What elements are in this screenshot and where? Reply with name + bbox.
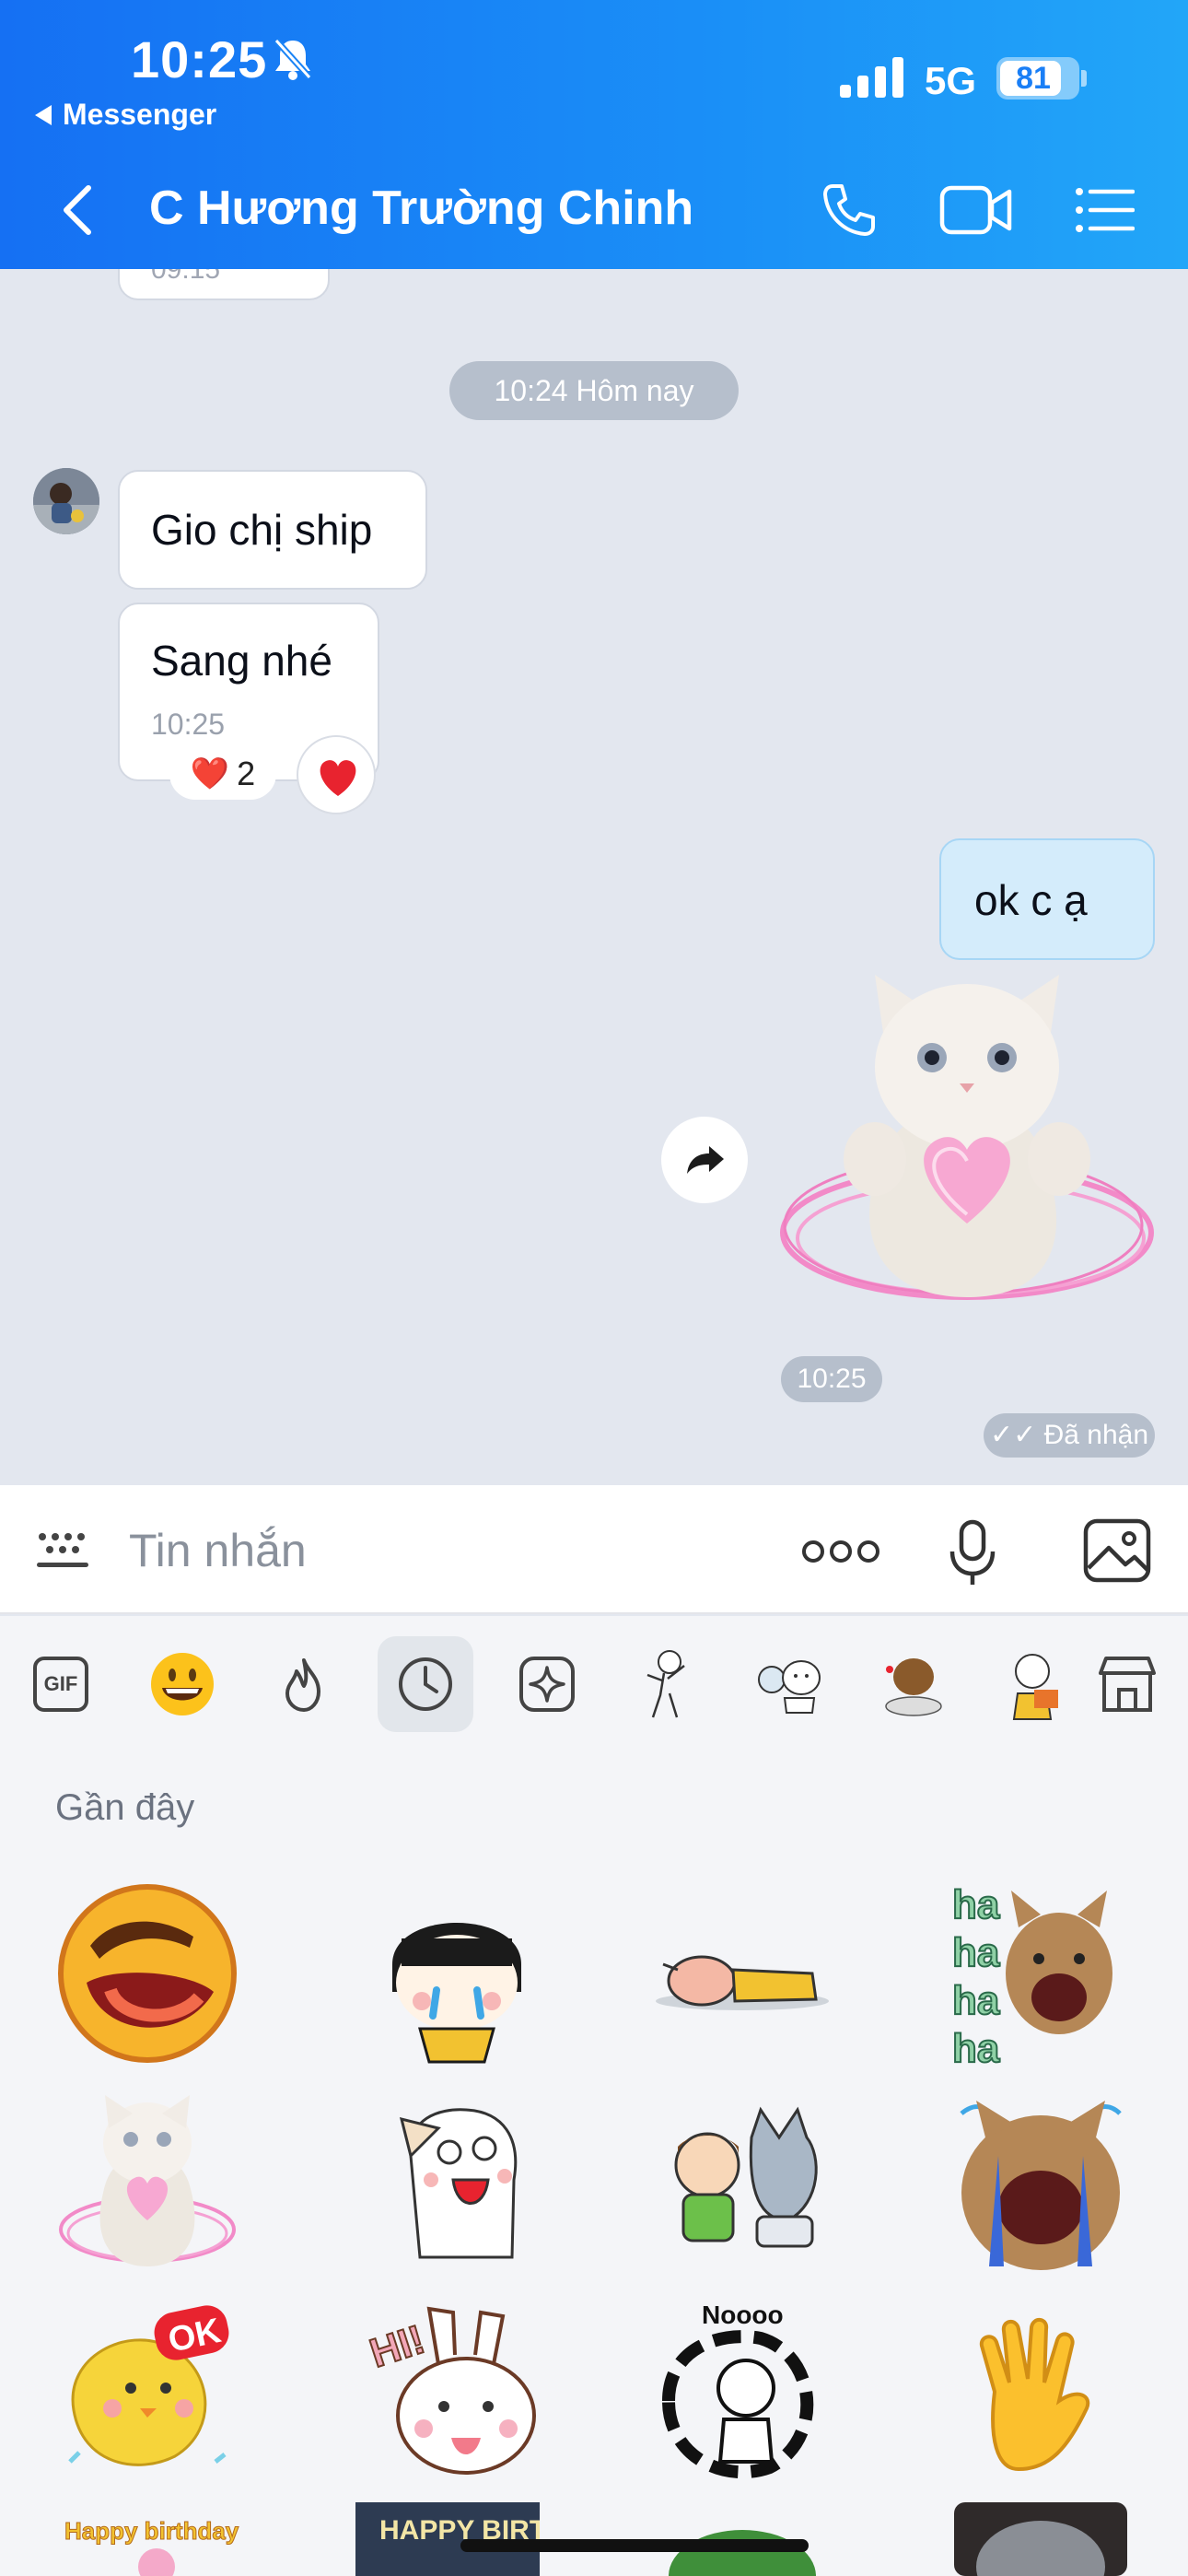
date-separator: 10:24 Hôm nay — [449, 361, 739, 420]
avatar-photo — [33, 468, 99, 534]
noooo-text: Noooo — [702, 2301, 784, 2329]
recent-tab[interactable] — [378, 1636, 473, 1732]
keyboard-icon[interactable] — [35, 1528, 92, 1574]
message-text: Gio chị ship — [151, 506, 373, 554]
back-chevron-icon[interactable] — [55, 182, 99, 238]
battery-level: 81 — [1016, 61, 1051, 96]
double-check-icon: ✓✓ — [989, 1420, 1037, 1450]
hi-text: HI! — [365, 2317, 430, 2377]
haha-text: ha — [952, 1930, 1000, 1975]
emoji-tab[interactable] — [134, 1636, 230, 1732]
header: 10:25 Messenger 5G 81 C Hương Trường Chi… — [0, 0, 1188, 269]
sticker-store-tab[interactable] — [1079, 1636, 1175, 1732]
sticker-pack-1[interactable] — [621, 1636, 716, 1732]
ai-sticker-tab[interactable] — [499, 1636, 595, 1732]
gif-tab[interactable]: GIF — [13, 1636, 109, 1732]
trending-tab[interactable] — [256, 1636, 352, 1732]
waving-hand-emoji-sticker[interactable] — [949, 2300, 1133, 2484]
image-gallery-icon[interactable] — [1083, 1518, 1151, 1583]
back-to-app-link[interactable]: Messenger — [35, 98, 216, 132]
sticker-panel: GIF Gần đây ha ha ha ha OK HI! Noooo Hap… — [0, 1616, 1188, 2576]
happy-birthday-sticker[interactable]: Happy birthday — [55, 2502, 239, 2576]
gif-label: GIF — [43, 1672, 78, 1695]
more-options-icon[interactable] — [801, 1539, 880, 1564]
contact-name[interactable]: C Hương Trường Chinh — [149, 181, 693, 236]
receipt-label: Đã nhận — [1043, 1420, 1149, 1450]
chat-area[interactable]: 09:15 10:24 Hôm nay Gio chị ship Sang nh… — [0, 269, 1188, 1485]
boy-and-wolf-sticker[interactable] — [650, 2091, 834, 2276]
haha-text: ha — [952, 1882, 1000, 1927]
sticker-pack-3[interactable] — [864, 1636, 960, 1732]
excited-cat-sticker[interactable] — [365, 2091, 549, 2276]
sticker-pack-2[interactable] — [742, 1636, 838, 1732]
contact-avatar[interactable] — [33, 468, 99, 534]
back-triangle-icon — [35, 104, 52, 125]
haha-text: ha — [952, 2026, 1000, 2066]
video-call-icon[interactable] — [939, 181, 1013, 240]
crying-cat-sticker[interactable] — [949, 2091, 1133, 2276]
grey-cat-sticker[interactable] — [949, 2502, 1133, 2576]
sticker-pack-4[interactable] — [985, 1636, 1081, 1732]
battery-icon: 81 — [996, 57, 1079, 100]
menu-list-icon[interactable] — [1074, 182, 1135, 238]
reaction-count: 2 — [237, 755, 256, 792]
heart-reaction-icon: ❤️ — [190, 756, 230, 791]
dog-character-icon — [885, 1658, 942, 1716]
crying-girl-sticker[interactable] — [365, 1881, 549, 2066]
react-button[interactable] — [297, 735, 376, 814]
message-text: ok c ạ — [974, 876, 1088, 924]
smiley-emoji-icon — [151, 1653, 214, 1715]
signal-icon — [840, 57, 903, 98]
heart-icon — [320, 760, 356, 796]
back-app-label: Messenger — [63, 98, 217, 131]
home-indicator[interactable] — [460, 2539, 809, 2552]
message-text: Sang nhé — [151, 637, 332, 685]
phone-icon[interactable] — [820, 181, 879, 240]
haha-cat-sticker[interactable]: ha ha ha ha — [949, 1881, 1133, 2066]
bell-off-icon — [274, 38, 312, 80]
forward-button[interactable] — [661, 1117, 748, 1203]
cat-heart-sticker[interactable] — [55, 2091, 239, 2276]
battery-cap — [1081, 70, 1087, 87]
laughing-emoji-sticker[interactable] — [55, 1881, 239, 2066]
noooo-sticker[interactable]: Noooo — [650, 2300, 834, 2484]
message-composer — [0, 1485, 1188, 1614]
lying-down-sticker[interactable] — [650, 1881, 834, 2066]
outgoing-message-bubble[interactable]: ok c ạ — [939, 838, 1155, 960]
recent-section-title: Gần đây — [55, 1787, 195, 1828]
reaction-summary[interactable]: ❤️ 2 — [169, 748, 276, 800]
sticker-time: 10:25 — [781, 1356, 882, 1402]
microphone-icon[interactable] — [947, 1518, 998, 1587]
sparkle-icon — [519, 1657, 575, 1712]
fan-character-icon — [758, 1660, 821, 1714]
forward-arrow-icon — [687, 1146, 724, 1174]
status-time: 10:25 — [131, 30, 268, 88]
haha-text: ha — [952, 1978, 1000, 2023]
chick-character-icon — [1012, 1654, 1058, 1720]
network-type: 5G — [925, 59, 977, 102]
cat-heart-sticker[interactable] — [774, 966, 1160, 1334]
read-receipt: ✓✓ Đã nhận — [984, 1413, 1155, 1458]
message-input[interactable] — [129, 1518, 718, 1583]
happy-birthday-text: Happy birthday — [64, 2517, 239, 2545]
flame-icon — [285, 1658, 320, 1712]
sticker-tabs: GIF — [0, 1616, 1188, 1751]
incoming-message-bubble[interactable]: Gio chị ship — [118, 470, 427, 590]
previous-message-time: 09:15 — [151, 269, 221, 285]
dancing-character-icon — [646, 1650, 685, 1718]
store-icon — [1099, 1657, 1156, 1712]
clock-icon — [399, 1657, 452, 1711]
previous-message-bubble[interactable]: 09:15 — [118, 269, 330, 300]
hi-bunny-sticker[interactable]: HI! — [365, 2300, 549, 2484]
ok-chick-sticker[interactable]: OK — [55, 2300, 239, 2484]
